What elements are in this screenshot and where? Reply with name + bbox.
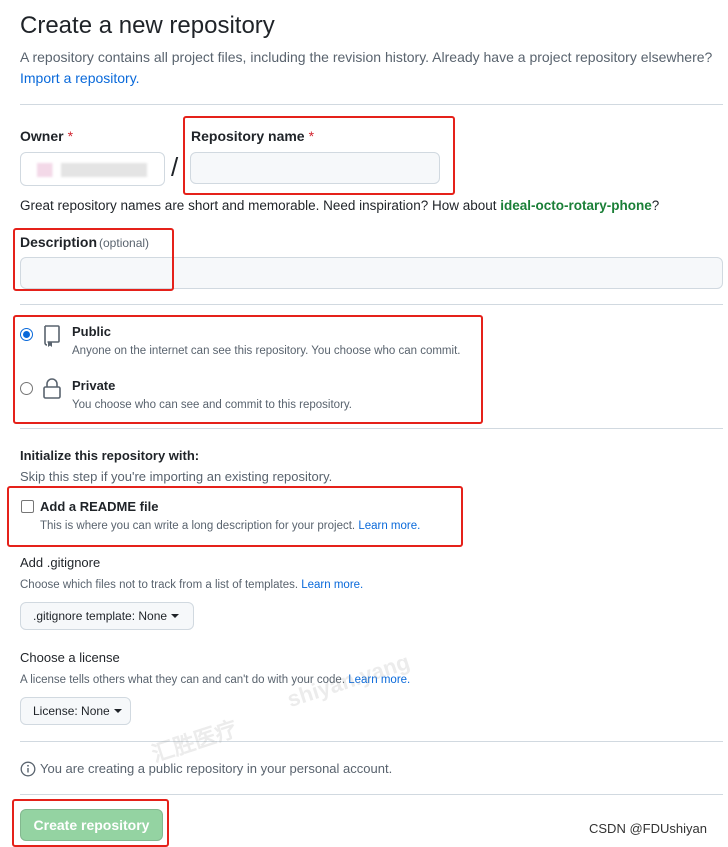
highlight-repo-name xyxy=(183,116,455,195)
owner-select[interactable] xyxy=(20,152,165,186)
gitignore-template-button[interactable]: .gitignore template: None xyxy=(20,602,194,630)
public-notice: You are creating a public repository in … xyxy=(40,761,393,776)
owner-required-mark: * xyxy=(67,128,74,144)
highlight-create-button xyxy=(12,799,169,847)
gitignore-heading: Add .gitignore xyxy=(20,555,101,570)
license-button-label: License: None xyxy=(33,704,110,718)
divider xyxy=(20,741,723,742)
owner-label: Owner * xyxy=(20,128,73,144)
divider xyxy=(20,104,723,105)
name-hint-text: Great repository names are short and mem… xyxy=(20,198,497,213)
import-repository-link[interactable]: Import a repository. xyxy=(20,70,140,86)
info-icon xyxy=(20,761,36,777)
init-hint: Skip this step if you're importing an ex… xyxy=(20,469,333,484)
gitignore-button-label: .gitignore template: None xyxy=(33,609,168,623)
divider xyxy=(20,794,723,795)
highlight-visibility xyxy=(13,315,483,424)
owner-label-text: Owner xyxy=(20,128,64,144)
caret-down-icon xyxy=(113,709,122,713)
highlight-readme xyxy=(7,486,463,547)
page-subtitle: A repository contains all project files,… xyxy=(20,47,720,89)
owner-avatar-redacted xyxy=(37,163,147,177)
caret-down-icon xyxy=(171,614,180,618)
name-suggestion-link[interactable]: ideal-octo-rotary-phone xyxy=(500,198,652,213)
name-hint: Great repository names are short and mem… xyxy=(20,198,659,213)
license-button[interactable]: License: None xyxy=(20,697,131,725)
license-heading: Choose a license xyxy=(20,650,120,665)
gitignore-learn-more-link[interactable]: Learn more. xyxy=(301,579,363,591)
divider xyxy=(20,428,723,429)
gitignore-description: Choose which files not to track from a l… xyxy=(20,579,363,591)
divider xyxy=(20,304,723,305)
csdn-watermark: CSDN @FDUshiyan xyxy=(589,821,707,836)
page-title: Create a new repository xyxy=(20,12,275,39)
highlight-description xyxy=(13,228,174,291)
gitignore-desc-text: Choose which files not to track from a l… xyxy=(20,579,299,591)
init-heading: Initialize this repository with: xyxy=(20,448,200,463)
subtitle-text: A repository contains all project files,… xyxy=(20,49,713,65)
owner-repo-separator: / xyxy=(171,152,179,182)
name-hint-end: ? xyxy=(651,198,660,213)
